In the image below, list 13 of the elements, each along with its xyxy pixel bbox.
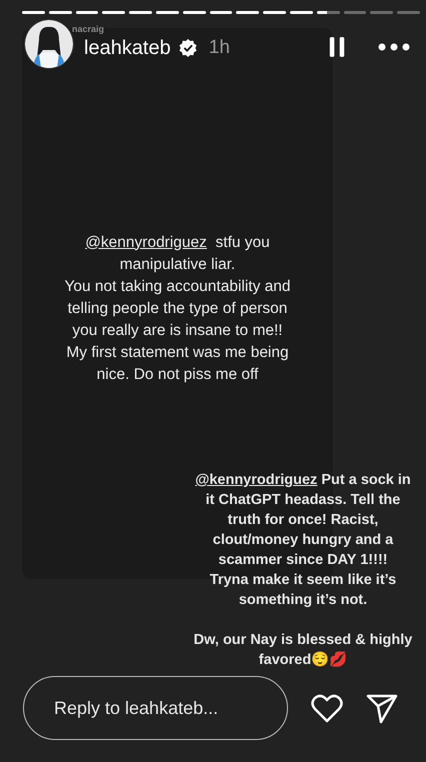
post-time: 1h [208, 37, 230, 59]
send-icon[interactable] [366, 692, 398, 724]
mention-link[interactable]: @kennyrodriguez [85, 234, 207, 250]
story-text: @kennyrodriguez stfu you manipulative liar. You not taking accountability and telling people the type of person you really are is insane to me!! My first statement was me being nice. Do not piss me off [63, 232, 292, 384]
username[interactable]: leahkateb [84, 36, 171, 60]
mention-link[interactable]: @kennyrodriguez [195, 472, 318, 488]
heart-icon[interactable] [310, 693, 344, 723]
reply-field[interactable]: Reply to leahkateb... [23, 676, 288, 740]
pause-icon[interactable] [328, 36, 346, 58]
background-tag: nacraig [72, 24, 104, 34]
more-icon[interactable] [378, 43, 410, 51]
caption-text: @kennyrodriguez Put a sock in it ChatGPT headass. Tell the truth for once! Racist, clout/money hungry and a scammer since DAY 1!!!! Tryna make it seem like it’s something it’s not. Dw, our Nay is blessed & highly favored😌💋 [192, 471, 414, 670]
avatar[interactable] [24, 19, 74, 69]
